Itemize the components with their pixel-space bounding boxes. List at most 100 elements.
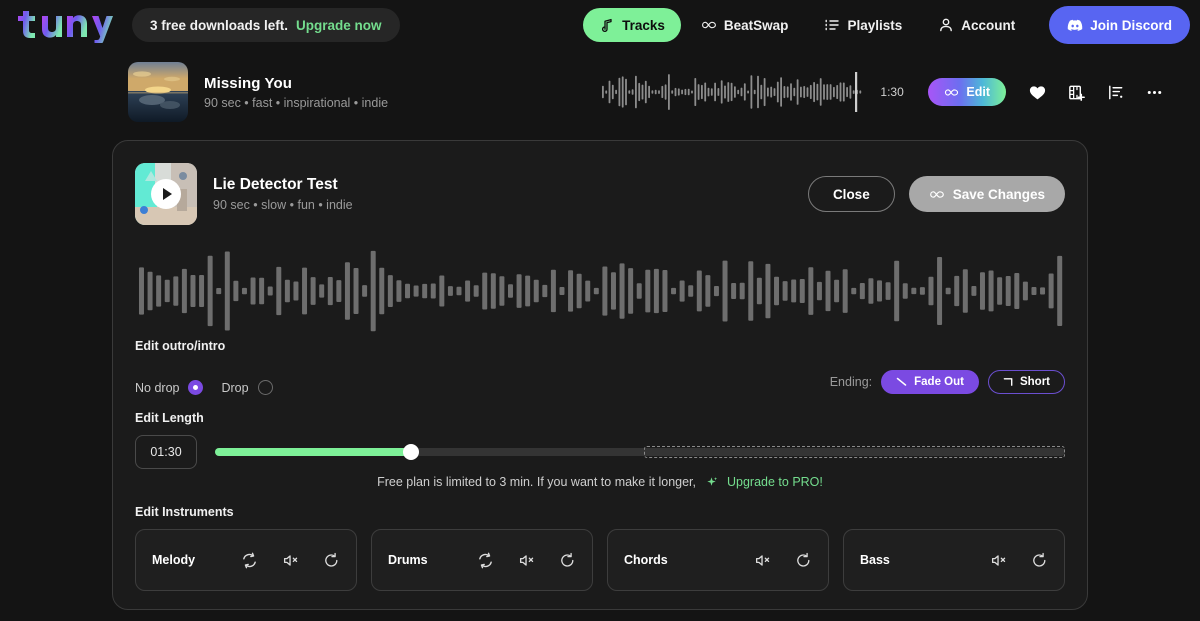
instrument-card-melody: Melody [135, 529, 357, 591]
editor-track-title: Lie Detector Test [213, 176, 338, 193]
beatswap-icon [929, 190, 944, 198]
track-action-icons [1028, 83, 1164, 102]
drop-radio[interactable] [257, 380, 273, 395]
mute-icon[interactable] [282, 552, 299, 569]
free-downloads-banner: 3 free downloads left. Upgrade now [132, 8, 400, 42]
reset-icon[interactable] [559, 552, 576, 569]
outro-section: Edit outro/intro No drop Drop Ending: Fa… [135, 339, 1065, 395]
play-button[interactable] [151, 179, 181, 209]
instrument-icons-melody [241, 552, 340, 569]
waveform-bars [602, 72, 862, 112]
instrument-icons-chords [754, 552, 812, 569]
editor-track-subtitle: 90 sec • slow • fun • indie [213, 198, 353, 212]
instruments-grid: Melody Drums Chords Bass [135, 529, 1065, 591]
save-changes-label: Save Changes [952, 186, 1045, 202]
editor-thumbnail[interactable] [135, 163, 197, 225]
nav-label-account: Account [961, 17, 1016, 33]
length-controls-row: 01:30 [135, 435, 1065, 469]
edit-button-label: Edit [966, 85, 990, 99]
drop-label: Drop [221, 380, 249, 395]
fade-out-icon [896, 377, 907, 386]
more-options-icon[interactable] [1145, 83, 1164, 102]
discord-icon [1067, 19, 1083, 31]
beatswap-icon [701, 21, 716, 29]
top-navigation-bar: 3 free downloads left. Upgrade now Track… [0, 0, 1200, 50]
track-thumbnail[interactable] [128, 62, 188, 122]
short-icon [1003, 378, 1013, 386]
plan-limit-row: Free plan is limited to 3 min. If you wa… [135, 475, 1065, 489]
instrument-name-chords: Chords [624, 553, 668, 567]
heart-icon[interactable] [1028, 83, 1047, 102]
track-waveform[interactable] [600, 70, 868, 114]
reset-icon[interactable] [1031, 552, 1048, 569]
instrument-icons-bass [990, 552, 1048, 569]
playlist-icon [825, 19, 840, 31]
nav-label-playlists: Playlists [847, 17, 903, 33]
instrument-card-bass: Bass [843, 529, 1065, 591]
no-drop-radio[interactable] [188, 380, 204, 395]
nav-item-playlists[interactable]: Playlists [808, 8, 918, 42]
slider-locked-region [644, 446, 1065, 458]
instrument-icons-drums [477, 552, 576, 569]
mute-icon[interactable] [754, 552, 771, 569]
track-strip: Missing You 90 sec • fast • inspirationa… [0, 50, 1200, 134]
reset-icon[interactable] [795, 552, 812, 569]
swap-icon[interactable] [241, 552, 258, 569]
editor-waveform-bars [138, 250, 1063, 332]
length-value-input[interactable]: 01:30 [135, 435, 197, 469]
mute-icon[interactable] [518, 552, 535, 569]
length-section: Edit Length 01:30 Free plan is limited t… [135, 411, 1065, 489]
track-artwork [128, 62, 188, 122]
editor-header-actions: Close Save Changes [807, 176, 1065, 212]
nav-items-group: Tracks BeatSwap Playlists Account Join D… [583, 6, 1190, 44]
length-heading: Edit Length [135, 411, 204, 425]
editor-track-info: Lie Detector Test 90 sec • slow • fun • … [213, 176, 353, 212]
outro-controls-row: No drop Drop Ending: Fade Out Short [135, 369, 1065, 395]
tuney-logo[interactable] [14, 7, 114, 43]
reset-icon[interactable] [323, 552, 340, 569]
person-icon [940, 18, 953, 32]
slider-fill [215, 448, 411, 456]
free-downloads-text: 3 free downloads left. [150, 17, 289, 33]
upgrade-to-pro-link[interactable]: Upgrade to PRO! [727, 475, 823, 489]
fade-out-label: Fade Out [914, 376, 964, 388]
no-drop-label: No drop [135, 380, 180, 395]
nav-item-beatswap[interactable]: BeatSwap [685, 8, 805, 42]
instruments-heading: Edit Instruments [135, 505, 234, 519]
ending-short-button[interactable]: Short [987, 370, 1065, 394]
plan-limit-text: Free plan is limited to 3 min. If you wa… [377, 475, 696, 489]
track-subtitle: 90 sec • fast • inspirational • indie [204, 95, 389, 110]
instrument-name-drums: Drums [388, 553, 428, 567]
mute-icon[interactable] [990, 552, 1007, 569]
ending-controls: Ending: Fade Out Short [830, 370, 1065, 394]
slider-handle[interactable] [402, 444, 419, 460]
editor-waveform[interactable] [135, 243, 1065, 339]
ending-fade-out-button[interactable]: Fade Out [881, 370, 979, 394]
save-changes-button[interactable]: Save Changes [908, 176, 1065, 212]
beatswap-icon [945, 88, 959, 96]
track-duration: 1:30 [880, 85, 904, 99]
nav-item-account[interactable]: Account [922, 8, 1031, 42]
add-to-playlist-icon[interactable] [1067, 83, 1086, 102]
ending-label: Ending: [829, 375, 873, 389]
music-note-icon [602, 18, 612, 33]
short-label: Short [1019, 376, 1050, 388]
length-slider[interactable] [215, 435, 1065, 469]
nav-label-tracks: Tracks [622, 17, 665, 33]
sparkle-icon [707, 476, 718, 486]
editor-panel: Lie Detector Test 90 sec • slow • fun • … [112, 140, 1088, 610]
instrument-name-melody: Melody [152, 553, 196, 567]
track-info: Missing You 90 sec • fast • inspirationa… [204, 75, 388, 110]
upgrade-now-link[interactable]: Upgrade now [296, 18, 382, 33]
instrument-card-drums: Drums [371, 529, 593, 591]
swap-icon[interactable] [477, 552, 494, 569]
editor-header: Lie Detector Test 90 sec • slow • fun • … [135, 163, 1065, 225]
outro-heading: Edit outro/intro [135, 339, 226, 353]
close-button[interactable]: Close [807, 176, 895, 212]
join-discord-button[interactable]: Join Discord [1049, 6, 1190, 44]
discord-label: Join Discord [1090, 17, 1172, 33]
stems-icon[interactable] [1106, 83, 1125, 102]
edit-button[interactable]: Edit [928, 78, 1006, 106]
nav-item-tracks[interactable]: Tracks [583, 8, 681, 42]
instrument-name-bass: Bass [860, 553, 890, 567]
